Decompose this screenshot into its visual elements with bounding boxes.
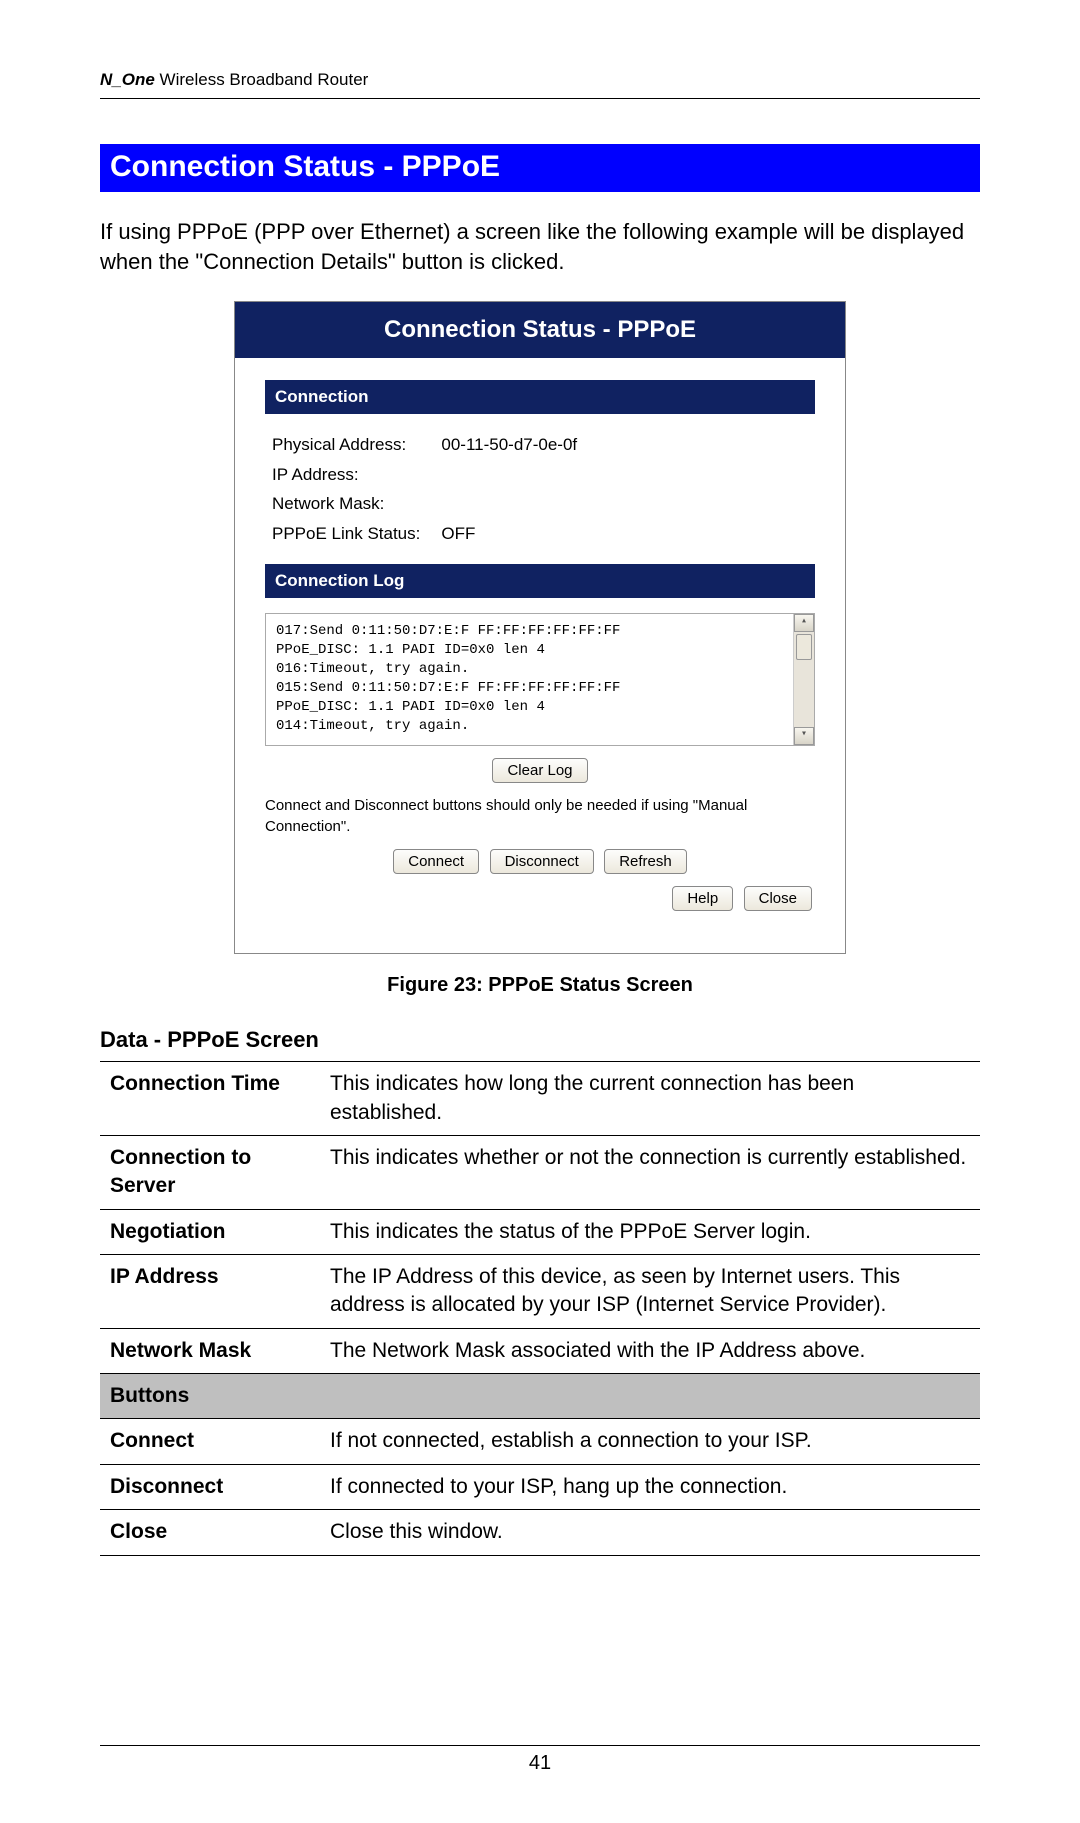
row-label: Negotiation: [100, 1209, 320, 1254]
row-label: IP Address: [100, 1255, 320, 1329]
row-label: Connect: [100, 1419, 320, 1464]
row-desc: Close this window.: [320, 1510, 980, 1555]
row-desc: The Network Mask associated with the IP …: [320, 1328, 980, 1373]
table-row: NegotiationThis indicates the status of …: [100, 1209, 980, 1254]
screenshot-title: Connection Status - PPPoE: [235, 302, 845, 358]
table-row: DisconnectIf connected to your ISP, hang…: [100, 1464, 980, 1509]
connect-button[interactable]: Connect: [393, 849, 479, 874]
ip-address-label: IP Address:: [271, 461, 438, 489]
link-status-value: OFF: [440, 520, 595, 548]
section-title: Connection Status - PPPoE: [100, 144, 980, 192]
page-number: 41: [100, 1745, 980, 1775]
row-label: Close: [100, 1510, 320, 1555]
manual-connection-note: Connect and Disconnect buttons should on…: [265, 795, 815, 837]
figure-caption: Figure 23: PPPoE Status Screen: [100, 974, 980, 997]
table-row: IP AddressThe IP Address of this device,…: [100, 1255, 980, 1329]
table-row: ConnectIf not connected, establish a con…: [100, 1419, 980, 1464]
row-desc: This indicates whether or not the connec…: [320, 1136, 980, 1210]
row-desc: The IP Address of this device, as seen b…: [320, 1255, 980, 1329]
buttons-section-header: Buttons: [100, 1374, 980, 1419]
connection-log-textarea[interactable]: 017:Send 0:11:50:D7:E:F FF:FF:FF:FF:FF:F…: [265, 613, 815, 746]
row-label: Disconnect: [100, 1464, 320, 1509]
row-desc: This indicates the status of the PPPoE S…: [320, 1209, 980, 1254]
network-mask-value: [440, 490, 595, 518]
log-scrollbar[interactable]: ▴▾: [793, 614, 814, 745]
link-status-label: PPPoE Link Status:: [271, 520, 438, 548]
disconnect-button[interactable]: Disconnect: [490, 849, 594, 874]
connection-panel-header: Connection: [265, 380, 815, 414]
close-button[interactable]: Close: [744, 886, 812, 911]
row-desc: If not connected, establish a connection…: [320, 1419, 980, 1464]
help-button[interactable]: Help: [672, 886, 733, 911]
row-label: Connection Time: [100, 1062, 320, 1136]
row-desc: This indicates how long the current conn…: [320, 1062, 980, 1136]
header-prefix: N_One: [100, 70, 155, 89]
table-row: Connection to ServerThis indicates wheth…: [100, 1136, 980, 1210]
scroll-thumb[interactable]: [796, 634, 812, 660]
intro-text: If using PPPoE (PPP over Ethernet) a scr…: [100, 217, 980, 276]
row-desc: If connected to your ISP, hang up the co…: [320, 1464, 980, 1509]
table-section-row: Buttons: [100, 1374, 980, 1419]
row-label: Connection to Server: [100, 1136, 320, 1210]
pppoe-status-screenshot: Connection Status - PPPoE Connection Phy…: [234, 301, 846, 954]
scroll-down-icon[interactable]: ▾: [794, 727, 814, 745]
data-table: Connection TimeThis indicates how long t…: [100, 1061, 980, 1555]
clear-log-button[interactable]: Clear Log: [492, 758, 587, 783]
row-label: Network Mask: [100, 1328, 320, 1373]
physical-address-value: 00-11-50-d7-0e-0f: [440, 431, 595, 459]
header-rest: Wireless Broadband Router: [155, 70, 369, 89]
connection-log-header: Connection Log: [265, 564, 815, 598]
table-row: CloseClose this window.: [100, 1510, 980, 1555]
ip-address-value: [440, 461, 595, 489]
refresh-button[interactable]: Refresh: [604, 849, 687, 874]
document-header: N_One Wireless Broadband Router: [100, 70, 980, 99]
table-row: Connection TimeThis indicates how long t…: [100, 1062, 980, 1136]
scroll-up-icon[interactable]: ▴: [794, 614, 814, 632]
physical-address-label: Physical Address:: [271, 431, 438, 459]
log-content: 017:Send 0:11:50:D7:E:F FF:FF:FF:FF:FF:F…: [276, 623, 620, 733]
network-mask-label: Network Mask:: [271, 490, 438, 518]
data-heading: Data - PPPoE Screen: [100, 1027, 980, 1053]
connection-fields: Physical Address:00-11-50-d7-0e-0f IP Ad…: [269, 429, 597, 549]
table-row: Network MaskThe Network Mask associated …: [100, 1328, 980, 1373]
